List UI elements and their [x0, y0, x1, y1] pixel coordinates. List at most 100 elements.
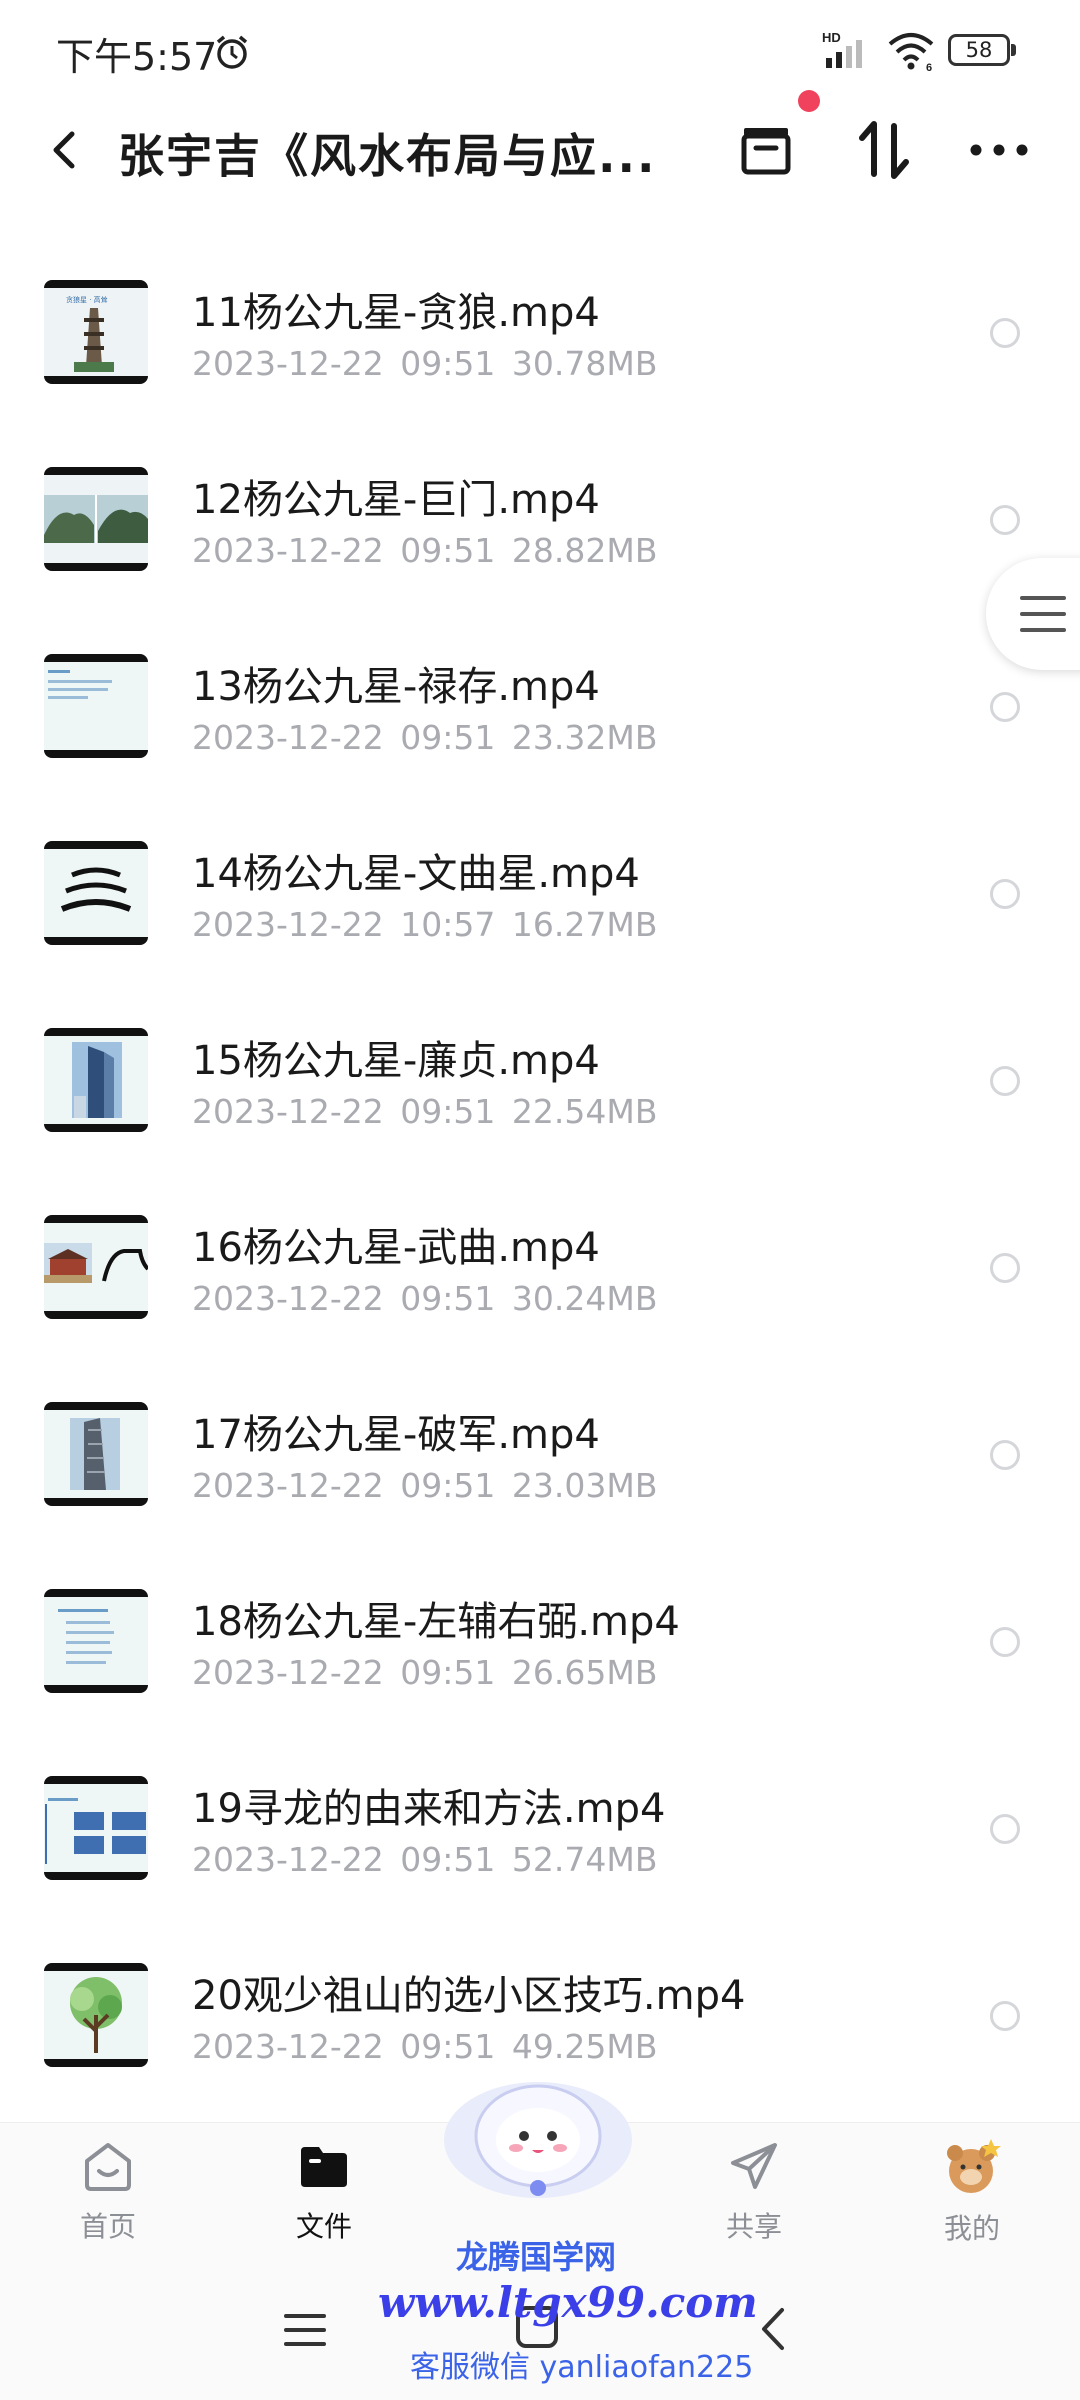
wifi-icon: 6: [888, 33, 934, 72]
nav-home[interactable]: 首页: [48, 2137, 168, 2257]
nav-profile[interactable]: 我的: [912, 2137, 1032, 2257]
file-name: 19寻龙的由来和方法.mp4: [192, 1786, 666, 1832]
file-item[interactable]: 14杨公九星-文曲星.mp4 2023-12-22 10:57 16.27MB: [0, 797, 1080, 984]
file-time: 09:51: [400, 1653, 496, 1692]
file-size: 30.24MB: [511, 1279, 658, 1318]
video-thumbnail: [44, 1402, 148, 1506]
file-size: 52.74MB: [511, 1840, 658, 1879]
file-name: 14杨公九星-文曲星.mp4: [192, 851, 640, 897]
file-size: 23.03MB: [511, 1466, 658, 1505]
more-icon[interactable]: [964, 126, 1034, 174]
select-radio[interactable]: [990, 1066, 1020, 1096]
file-date: 2023-12-22: [192, 1092, 384, 1131]
file-list: 贪狼星 · 高耸 11杨公九星-贪狼.mp4 2023-12-22 09:51 …: [0, 236, 1080, 2106]
video-thumbnail: [44, 1215, 148, 1319]
file-name: 15杨公九星-廉贞.mp4: [192, 1038, 600, 1084]
file-date: 2023-12-22: [192, 905, 384, 944]
file-item[interactable]: 贪狼星 · 高耸 11杨公九星-贪狼.mp4 2023-12-22 09:51 …: [0, 236, 1080, 423]
file-item[interactable]: 16杨公九星-武曲.mp4 2023-12-22 09:51 30.24MB: [0, 1171, 1080, 1358]
svg-text:6: 6: [926, 62, 932, 72]
file-meta: 2023-12-22 09:51 30.78MB: [192, 344, 657, 383]
file-time: 09:51: [400, 2027, 496, 2066]
file-time: 09:51: [400, 531, 496, 570]
system-back-icon[interactable]: [756, 2306, 790, 2352]
watermark-name: 龙腾国学网: [456, 2238, 617, 2276]
file-date: 2023-12-22: [192, 1653, 384, 1692]
nav-share-label: 共享: [725, 2210, 782, 2243]
file-time: 09:51: [400, 344, 496, 383]
video-thumbnail: [44, 841, 148, 945]
notification-dot: [798, 90, 820, 112]
video-thumbnail: [44, 1776, 148, 1880]
menu-icon: [1020, 596, 1066, 632]
select-radio[interactable]: [990, 505, 1020, 535]
file-meta: 2023-12-22 09:51 52.74MB: [192, 1840, 657, 1879]
file-date: 2023-12-22: [192, 1840, 384, 1879]
file-date: 2023-12-22: [192, 2027, 384, 2066]
file-name: 12杨公九星-巨门.mp4: [192, 477, 600, 523]
select-radio[interactable]: [990, 879, 1020, 909]
battery-icon: 58: [948, 34, 1016, 66]
file-name: 11杨公九星-贪狼.mp4: [192, 290, 600, 336]
profile-avatar-icon: [947, 2139, 1001, 2193]
file-time: 09:51: [400, 1466, 496, 1505]
video-thumbnail: [44, 1589, 148, 1693]
file-item[interactable]: 18杨公九星-左辅右弼.mp4 2023-12-22 09:51 26.65MB: [0, 1545, 1080, 1732]
file-name: 20观少祖山的选小区技巧.mp4: [192, 1973, 746, 2019]
status-bar: 下午5:57 HD 6 58: [0, 0, 1080, 100]
svg-text:HD: HD: [822, 30, 841, 45]
nav-files[interactable]: 文件: [264, 2137, 384, 2257]
file-meta: 2023-12-22 09:51 23.32MB: [192, 718, 657, 757]
file-size: 16.27MB: [511, 905, 658, 944]
header: 张宇吉《风水布局与应...: [0, 90, 1080, 200]
system-menu-icon[interactable]: [284, 2310, 326, 2350]
file-meta: 2023-12-22 09:51 22.54MB: [192, 1092, 657, 1131]
mascot-icon[interactable]: [438, 2070, 638, 2200]
file-size: 22.54MB: [511, 1092, 658, 1131]
file-date: 2023-12-22: [192, 344, 384, 383]
select-radio[interactable]: [990, 1253, 1020, 1283]
select-radio[interactable]: [990, 692, 1020, 722]
file-time: 09:51: [400, 1840, 496, 1879]
file-date: 2023-12-22: [192, 531, 384, 570]
select-radio[interactable]: [990, 1440, 1020, 1470]
select-radio[interactable]: [990, 1627, 1020, 1657]
folder-icon: [301, 2147, 347, 2187]
archive-icon[interactable]: [734, 118, 798, 182]
file-size: 30.78MB: [511, 344, 658, 383]
watermark-url: www.ltgx99.com: [378, 2278, 758, 2327]
file-size: 28.82MB: [511, 531, 658, 570]
file-item[interactable]: 15杨公九星-廉贞.mp4 2023-12-22 09:51 22.54MB: [0, 984, 1080, 1171]
file-meta: 2023-12-22 09:51 49.25MB: [192, 2027, 657, 2066]
back-icon[interactable]: [40, 120, 90, 180]
file-date: 2023-12-22: [192, 718, 384, 757]
video-thumbnail: [44, 654, 148, 758]
file-meta: 2023-12-22 09:51 28.82MB: [192, 531, 657, 570]
svg-text:贪狼星 · 高耸: 贪狼星 · 高耸: [66, 295, 108, 304]
file-item[interactable]: 17杨公九星-破军.mp4 2023-12-22 09:51 23.03MB: [0, 1358, 1080, 1545]
file-name: 18杨公九星-左辅右弼.mp4: [192, 1599, 680, 1645]
nav-share[interactable]: 共享: [694, 2137, 814, 2257]
battery-level: 58: [948, 34, 1010, 66]
sort-icon[interactable]: [852, 116, 916, 184]
nav-profile-label: 我的: [943, 2212, 1000, 2245]
video-thumbnail: [44, 1963, 148, 2067]
file-name: 16杨公九星-武曲.mp4: [192, 1225, 600, 1271]
alarm-icon: [216, 35, 248, 69]
video-thumbnail: 贪狼星 · 高耸: [44, 280, 148, 384]
select-radio[interactable]: [990, 1814, 1020, 1844]
nav-files-label: 文件: [295, 2210, 352, 2243]
file-time: 09:51: [400, 718, 496, 757]
video-thumbnail: [44, 1028, 148, 1132]
page-title: 张宇吉《风水布局与应...: [118, 129, 657, 183]
file-item[interactable]: 12杨公九星-巨门.mp4 2023-12-22 09:51 28.82MB: [0, 423, 1080, 610]
file-name: 13杨公九星-禄存.mp4: [192, 664, 600, 710]
file-item[interactable]: 19寻龙的由来和方法.mp4 2023-12-22 09:51 52.74MB: [0, 1732, 1080, 1919]
nav-home-label: 首页: [79, 2210, 136, 2243]
select-radio[interactable]: [990, 2001, 1020, 2031]
file-size: 26.65MB: [511, 1653, 658, 1692]
file-time: 09:51: [400, 1279, 496, 1318]
select-radio[interactable]: [990, 318, 1020, 348]
file-item[interactable]: 13杨公九星-禄存.mp4 2023-12-22 09:51 23.32MB: [0, 610, 1080, 797]
watermark-contact: 客服微信 yanliaofan225: [410, 2350, 754, 2385]
